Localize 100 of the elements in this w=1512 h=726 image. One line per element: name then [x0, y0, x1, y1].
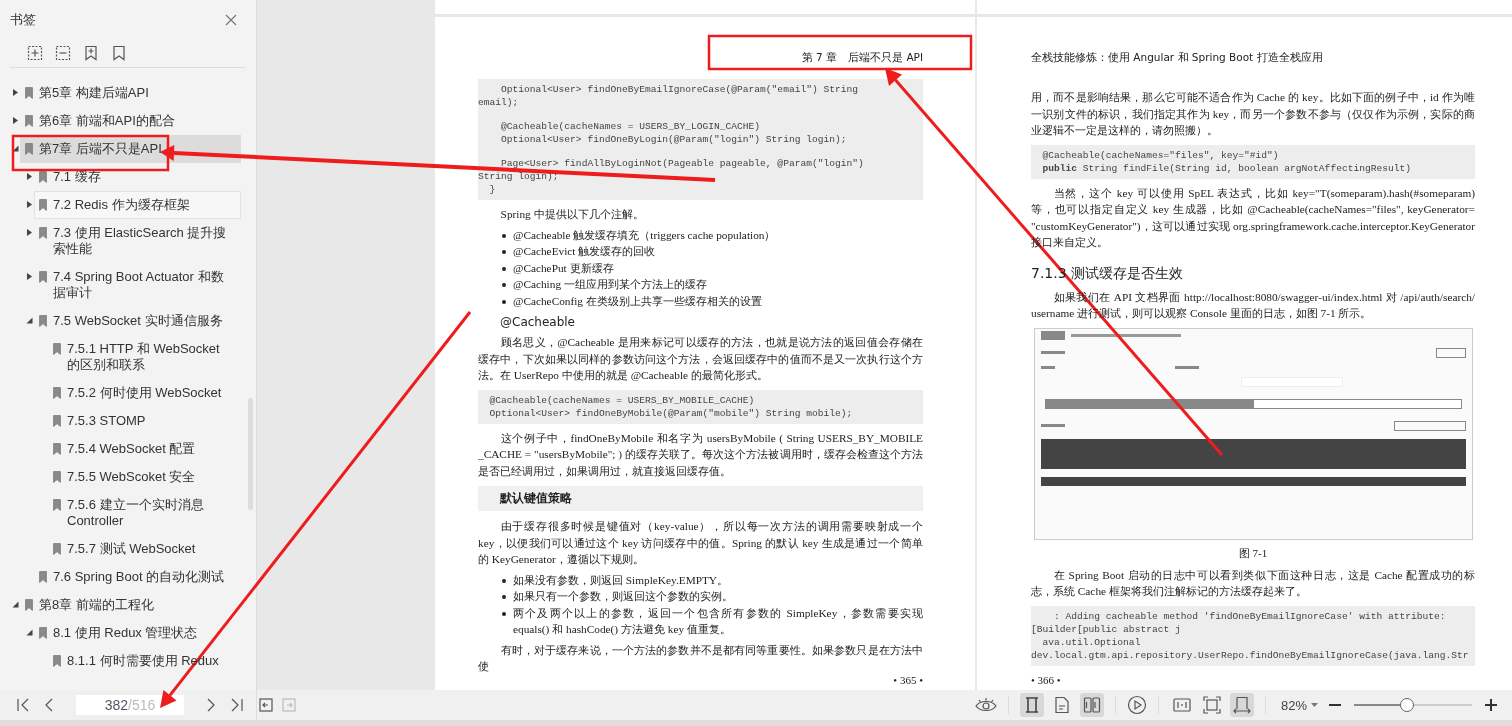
bullet-icon: [502, 611, 506, 616]
list-item: @CacheEvict 触发缓存的回收: [513, 244, 656, 259]
bullet-icon: [502, 233, 506, 238]
fit-width-icon: [1232, 696, 1251, 714]
fit-width-button[interactable]: [1229, 693, 1254, 717]
bookmark-icon: [39, 171, 47, 183]
close-button[interactable]: [224, 13, 238, 27]
bookmark-icon: [39, 571, 47, 583]
hide-panel-icon[interactable]: [259, 698, 273, 712]
eye-icon[interactable]: [974, 697, 997, 713]
actual-size-icon: [1172, 696, 1191, 714]
paragraph: 这个例子中，findOneByMobile 和名字为 usersByMobile ( String USERS_BY_MOBILE _CACHE = "usersByMobile"; ) 的缓存关联了。每次这个方法被调用时，缓存会检查这个方法是否已经调用过，如果调用过，就直接返回缓存值。: [478, 430, 923, 479]
bookmark-icon: [39, 271, 47, 283]
continuous-scroll-button[interactable]: [1019, 693, 1044, 717]
list-item: 如果只有一个参数，则返回这个参数的实例。: [513, 589, 733, 604]
running-header: 第 7 章 后端不只是 API: [801, 51, 923, 63]
bookmark-item[interactable]: 7.5.6 建立一个实时消息 Controller: [48, 491, 241, 535]
bookmark-icon: [25, 87, 33, 99]
expand-triangle-icon[interactable]: [12, 89, 19, 96]
zoom-in-icon[interactable]: [1484, 698, 1498, 712]
bookmark-item[interactable]: 第8章 前端的工程化: [20, 591, 241, 619]
page-number: • 366 •: [1031, 673, 1062, 688]
fit-page-icon: [1202, 696, 1221, 714]
bookmark-item[interactable]: 7.5.3 STOMP: [48, 407, 241, 435]
bookmark-icon: [53, 543, 61, 555]
list-item: 两个及两个以上的参数，返回一个包含所有参数的 SimpleKey，参数需要实现 equals() 和 hashCode() 方法避免 key 值重复。: [513, 605, 923, 637]
two-page-button[interactable]: [1079, 693, 1104, 717]
collapse-all-icon[interactable]: [55, 45, 71, 61]
bullet-icon: [502, 266, 506, 271]
code-block: Optional<User> findOneByEmailIgnoreCase(@Param("email") String email); @Cacheable(cacheNames = USERS_BY_LOGIN_CACHE) Optional<User> findOneByLogin(@Param("login") String login); Page<User> findAllByLoginNot(Pageable pageable, @Param("login") String login); }: [478, 79, 923, 200]
bookmark-icon: [39, 627, 47, 639]
expand-triangle-icon[interactable]: [26, 229, 33, 236]
paragraph: 顾名思义，@Cacheable 是用来标记可以缓存的方法，也就是说方法的返回值会存储在缓存中，下次如果以同样的参数访问这个方法，会返回缓存中的值而不是又一次执行这个方法。在 UserRepo 中使用的就是 @Cacheable 的最简化形式。: [478, 335, 923, 383]
subheading: @Cacheable: [500, 315, 576, 329]
bookmark-item[interactable]: 7.2 Redis 作为缓存框架: [34, 191, 241, 219]
bookmark-item[interactable]: 7.3 使用 ElasticSearch 提升搜索性能: [34, 219, 241, 263]
bookmark-item[interactable]: 8.1 使用 Redux 管理状态: [34, 619, 241, 647]
last-page-icon[interactable]: [230, 697, 244, 713]
bookmark-item[interactable]: 7.5.4 WebSocket 配置: [48, 435, 241, 463]
list-item: 如果没有参数，则返回 SimpleKey.EMPTY。: [513, 572, 729, 588]
shaded-heading: 默认键值策略: [478, 486, 923, 511]
paragraph: 由于缓存很多时候是键值对（key-value），所以每一次方法的调用需要映射成一个 key，以便我们可以通过这个 key 访问缓存中的值。Spring 的默认 key 生成是通过一个简单的 KeyGenerator，遵循以下规则。: [478, 519, 923, 567]
two-page-icon: [1082, 696, 1101, 714]
bookmark-icon: [53, 499, 61, 511]
list-item: @CacheConfig 在类级别上共享一些缓存相关的设置: [513, 293, 762, 309]
running-header: 全栈技能修炼：使用 Angular 和 Spring Boot 打造全栈应用: [1031, 51, 1323, 63]
bookmark-icon: [25, 599, 33, 611]
bookmark-icon: [53, 415, 61, 427]
bookmark-item[interactable]: 7.5 WebSocket 实时通信服务: [34, 307, 241, 335]
first-page-icon[interactable]: [16, 697, 30, 713]
bullet-icon: [502, 595, 506, 599]
bullet-icon: [502, 299, 506, 304]
bookmark-item[interactable]: 7.1 缓存: [34, 163, 241, 191]
bookmark-icon: [39, 199, 47, 211]
bookmark-icon: [53, 655, 61, 667]
add-bookmark-icon[interactable]: [83, 45, 99, 61]
bookmark-item[interactable]: 7.6 Spring Boot 的自动化测试: [34, 563, 241, 591]
code-block: @Cacheable(cacheNames="files", key="#id") public String findFile(String id, boolean argNotAffectingResult): [1031, 144, 1475, 179]
expand-all-icon[interactable]: [27, 45, 43, 61]
page-number: • 365 •: [892, 673, 923, 688]
paragraph: 用，而不是影响结果，那么它可能不适合作为 Cache 的 key。比如下面的例子中，id 作为唯一识别文件的标识，我们指定其作为 key，而另一个参数不参与（仅仅作为示例，实际的商业逻辑不一定是这样的，请勿照搬）。: [1031, 90, 1475, 138]
bookmark-icon: [53, 443, 61, 455]
bookmark-icon: [39, 227, 47, 239]
list-item: @CachePut 更新缓存: [513, 260, 614, 276]
paragraph: 有时，对于缓存来说，一个方法的参数并不是都有同等重要性。如果参数只是在方法中使: [478, 642, 923, 674]
collapse-triangle-icon[interactable]: [12, 145, 19, 152]
bookmark-icon: [53, 387, 61, 399]
bullet-icon: [502, 578, 506, 583]
bookmark-icon[interactable]: [111, 45, 127, 61]
bookmark-item[interactable]: 第6章 前端和API的配合: [20, 107, 241, 135]
play-icon[interactable]: [1126, 695, 1147, 715]
page-count: /516: [128, 697, 156, 713]
collapse-triangle-icon[interactable]: [26, 629, 33, 636]
bookmark-icon: [25, 143, 33, 155]
paragraph: Spring 中提供以下几个注解。: [499, 207, 645, 222]
list-item: @Caching 一组应用到某个方法上的缓存: [513, 277, 707, 292]
code-block: @Cacheable(cacheNames = USERS_BY_MOBILE_CACHE) Optional<User> findOneByMobile(@Param("mobile") String mobile);: [478, 389, 923, 424]
zoom-slider[interactable]: [1354, 698, 1472, 712]
bullet-icon: [502, 283, 506, 287]
bookmark-item[interactable]: 7.5.2 何时使用 WebSocket: [48, 379, 241, 407]
bookmark-item[interactable]: 7.5.1 HTTP 和 WebSocket 的区别和联系: [48, 335, 241, 379]
bookmark-item[interactable]: 7.4 Spring Boot Actuator 和数据审计: [34, 263, 241, 307]
bookmark-icon: [53, 343, 61, 355]
bullet-icon: [502, 250, 506, 254]
expand-triangle-icon[interactable]: [26, 201, 33, 208]
list-item: @Cacheable 触发缓存填充（triggers cache population）: [513, 227, 776, 243]
figure-caption: 图 7-1: [1237, 545, 1269, 561]
bookmark-item[interactable]: 7.5.7 测试 WebSocket: [48, 535, 241, 563]
caret-icon: [1311, 703, 1318, 707]
expand-triangle-icon[interactable]: [12, 117, 19, 124]
bookmark-item[interactable]: 第5章 构建后端API: [20, 79, 241, 107]
expand-triangle-icon[interactable]: [26, 273, 33, 280]
collapse-triangle-icon[interactable]: [12, 601, 19, 608]
expand-triangle-icon[interactable]: [26, 173, 33, 180]
bookmark-item[interactable]: 7.5.5 WebScoket 安全: [48, 463, 241, 491]
zoom-dropdown[interactable]: 82%: [1276, 697, 1322, 713]
slider-thumb[interactable]: [1400, 698, 1415, 712]
panel-title: 书签: [10, 11, 36, 29]
page-number-field[interactable]: 382/516: [76, 695, 184, 715]
collapse-triangle-icon[interactable]: [26, 317, 33, 324]
